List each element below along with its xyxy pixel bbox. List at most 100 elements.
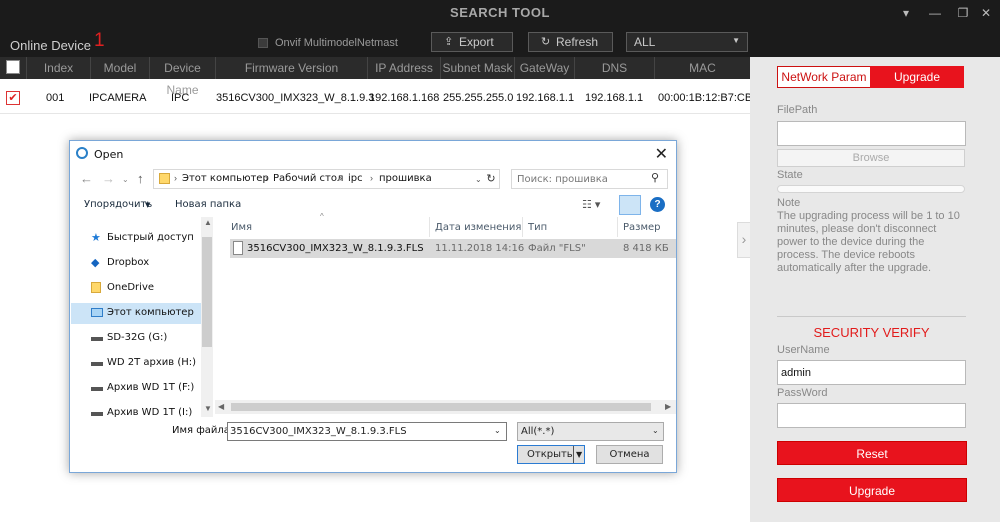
- chevron-down-icon: ▼: [732, 36, 740, 45]
- minimize-icon[interactable]: —: [925, 4, 945, 22]
- select-all-checkbox[interactable]: [6, 60, 20, 74]
- upgrade-button[interactable]: Upgrade: [777, 478, 967, 502]
- nav-item-label: Dropbox: [107, 257, 150, 268]
- folder-icon: [159, 173, 170, 184]
- row-divider: [0, 113, 750, 114]
- cancel-button[interactable]: Отмена: [596, 445, 663, 464]
- close-icon[interactable]: ✕: [976, 4, 996, 22]
- cell-gateway: 192.168.1.1: [516, 92, 575, 104]
- app-title: SEARCH TOOL: [450, 5, 550, 20]
- filetype-chevron-icon: ⌄: [652, 426, 659, 435]
- nav-scrollbar-thumb[interactable]: [202, 237, 212, 347]
- tab-upgrade[interactable]: Upgrade: [870, 66, 964, 88]
- organize-button[interactable]: Упорядочить: [84, 199, 152, 210]
- scroll-up-icon[interactable]: ▲: [204, 218, 212, 227]
- view-options-icon[interactable]: ☷ ▾: [582, 198, 600, 211]
- hscrollbar-thumb[interactable]: [231, 403, 651, 411]
- filename-dropdown-icon[interactable]: ⌄: [494, 426, 501, 435]
- reset-button[interactable]: Reset: [777, 441, 967, 465]
- column-size[interactable]: Размер: [623, 222, 661, 233]
- restore-icon[interactable]: ❐: [953, 4, 973, 22]
- nav-item-drive-f[interactable]: Архив WD 1T (F:): [71, 378, 203, 399]
- browse-button[interactable]: Browse: [777, 149, 965, 167]
- drive-icon: [91, 387, 103, 391]
- nav-item-drive-h[interactable]: WD 2T архив (H:): [71, 353, 203, 374]
- filepath-label: FilePath: [777, 104, 818, 116]
- nav-item-drive-g[interactable]: SD-32G (G:): [71, 328, 203, 349]
- column-name[interactable]: Имя: [231, 222, 252, 233]
- nav-item-quick-access[interactable]: ★ Быстрый доступ: [71, 228, 203, 249]
- sort-ascending-icon: ^: [320, 212, 324, 221]
- column-ip-address[interactable]: IP Address: [367, 57, 440, 79]
- up-icon[interactable]: ↑: [137, 171, 144, 186]
- help-icon[interactable]: ?: [650, 197, 665, 212]
- address-dropdown-icon[interactable]: ⌄: [475, 175, 482, 184]
- refresh-button[interactable]: ↻ Refresh: [528, 32, 613, 52]
- nav-item-this-pc[interactable]: Этот компьютер: [71, 303, 201, 324]
- cell-device-name: IPC: [171, 92, 190, 104]
- open-file-dialog: Open ✕ ← → ⌄ ↑ › Этот компьютер › Рабочи…: [69, 140, 677, 473]
- breadcrumb-item[interactable]: ipc: [348, 173, 363, 184]
- nav-item-dropbox[interactable]: ◆ Dropbox: [71, 253, 203, 274]
- password-input[interactable]: [777, 403, 966, 428]
- dialog-close-icon[interactable]: ✕: [655, 144, 668, 164]
- filepath-input[interactable]: [777, 121, 966, 146]
- column-gateway[interactable]: GateWay: [514, 57, 574, 79]
- file-date: 11.11.2018 14:16: [435, 243, 525, 254]
- device-filter-value: ALL: [634, 35, 656, 49]
- menu-dropdown-icon[interactable]: ▾: [896, 4, 916, 22]
- refresh-label: Refresh: [556, 35, 599, 49]
- new-folder-button[interactable]: Новая папка: [175, 199, 241, 210]
- preview-pane-icon[interactable]: [619, 195, 641, 215]
- nav-item-label: WD 2T архив (H:): [107, 357, 197, 368]
- search-input[interactable]: Поиск: прошивка: [511, 169, 668, 189]
- cell-dns: 192.168.1.1: [585, 92, 644, 104]
- row-checkbox[interactable]: ✔: [6, 91, 20, 105]
- online-device-count: 1: [94, 30, 105, 51]
- upgrade-progress-bar: [777, 185, 965, 193]
- device-filter-select[interactable]: ALL ▼: [626, 32, 748, 52]
- column-date-modified[interactable]: Дата изменения: [435, 222, 521, 233]
- file-row[interactable]: 3516CV300_IMX323_W_8.1.9.3.FLS 11.11.201…: [230, 239, 676, 258]
- device-table-header: Index Model Device Name Firmware Version…: [0, 57, 750, 97]
- open-split-arrow-icon[interactable]: ▼: [576, 450, 582, 459]
- nav-item-drive-i[interactable]: Архив WD 1T (I:): [71, 403, 203, 417]
- column-type[interactable]: Тип: [528, 222, 547, 233]
- column-device-name[interactable]: Device Name: [149, 57, 215, 97]
- drive-icon: [91, 362, 103, 366]
- column-firmware[interactable]: Firmware Version: [215, 57, 367, 79]
- filetype-select[interactable]: All(*.*): [517, 422, 664, 441]
- column-index[interactable]: Index: [26, 57, 90, 79]
- toolbar: Online Device 1 Onvif MultimodelNetmast …: [0, 27, 1000, 57]
- username-input[interactable]: admin: [777, 360, 966, 385]
- filename-label: Имя файла:: [172, 425, 234, 436]
- file-list-hscrollbar[interactable]: ◀ ▶: [215, 400, 676, 414]
- breadcrumb-item[interactable]: Этот компьютер: [182, 173, 269, 184]
- file-type: Файл "FLS": [528, 243, 586, 254]
- breadcrumb-item[interactable]: прошивка: [379, 173, 432, 184]
- column-mac[interactable]: MAC: [654, 57, 750, 79]
- drive-icon: [91, 337, 103, 341]
- column-subnet-mask[interactable]: Subnet Mask: [440, 57, 514, 79]
- export-button[interactable]: ⇪ Export: [431, 32, 513, 52]
- scroll-right-icon[interactable]: ▶: [665, 402, 671, 411]
- upgrade-panel: NetWork Param Upgrade FilePath Browse St…: [750, 57, 1000, 522]
- column-dns[interactable]: DNS: [574, 57, 654, 79]
- open-button[interactable]: Открыть ▼: [517, 445, 585, 464]
- dialog-app-icon: [76, 147, 88, 159]
- refresh-icon[interactable]: ↻: [483, 169, 500, 189]
- address-bar[interactable]: › Этот компьютер › Рабочий стол › ipc › …: [153, 169, 500, 189]
- scroll-left-icon[interactable]: ◀: [218, 402, 224, 411]
- column-model[interactable]: Model: [90, 57, 149, 79]
- panel-collapse-toggle[interactable]: ›: [737, 222, 751, 258]
- nav-item-onedrive[interactable]: OneDrive: [71, 278, 203, 299]
- back-icon[interactable]: ←: [80, 171, 93, 186]
- forward-icon[interactable]: →: [102, 171, 115, 186]
- cell-model: IPCAMERA: [89, 92, 147, 104]
- filename-input[interactable]: 3516CV300_IMX323_W_8.1.9.3.FLS: [227, 422, 507, 441]
- onvif-checkbox[interactable]: [258, 38, 268, 48]
- breadcrumb-item[interactable]: Рабочий стол: [273, 173, 343, 184]
- recent-locations-icon[interactable]: ⌄: [122, 175, 129, 184]
- tab-network-param[interactable]: NetWork Param: [777, 66, 871, 88]
- scroll-down-icon[interactable]: ▼: [204, 404, 212, 413]
